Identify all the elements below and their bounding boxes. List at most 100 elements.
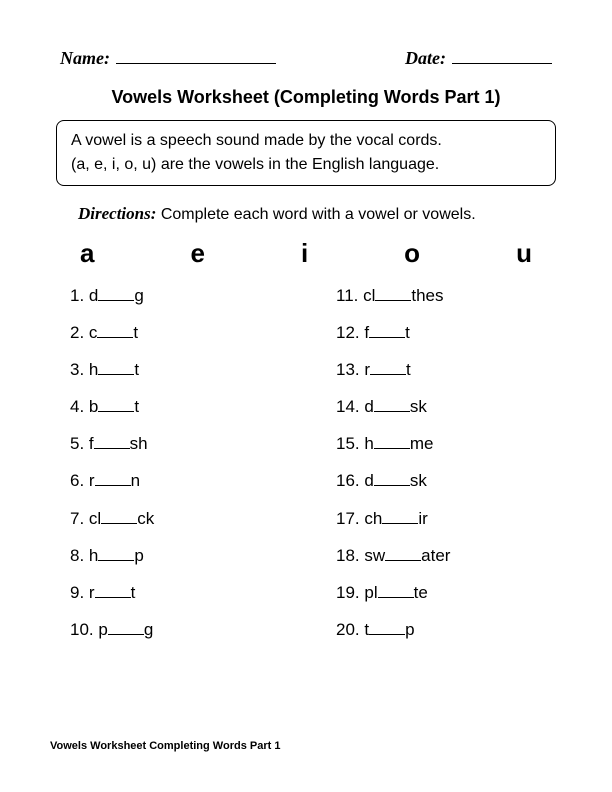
word-item: 6. rn [70,470,296,492]
word-suffix: me [410,434,434,453]
worksheet-title: Vowels Worksheet (Completing Words Part … [50,87,562,108]
item-number: 3. [70,360,89,379]
word-item: 19. pl te [336,582,562,604]
word-suffix: sk [410,397,427,416]
word-prefix: h [89,546,98,565]
word-item: 16. d sk [336,470,562,492]
word-suffix: t [405,323,410,342]
word-item: 11. clthes [336,285,562,307]
word-prefix: d [364,471,373,490]
word-blank[interactable] [378,586,414,598]
word-item: 1. d g [70,285,296,307]
info-line-1: A vowel is a speech sound made by the vo… [71,129,541,153]
word-blank[interactable] [98,363,134,375]
item-number: 17. [336,509,364,528]
item-number: 5. [70,434,89,453]
word-prefix: d [364,397,373,416]
word-prefix: d [89,286,98,305]
directions-text: Complete each word with a vowel or vowel… [161,206,476,223]
vowel-i: i [301,238,308,269]
word-columns: 1. dg2. ct3. ht4. bt5. fsh6. rn7. clck8.… [70,285,562,656]
word-blank[interactable] [98,400,134,412]
word-item: 18. sw ater [336,545,562,567]
footer-text: Vowels Worksheet Completing Words Part 1 [50,740,280,752]
name-field: Name: [60,48,276,69]
word-suffix: te [414,583,428,602]
item-number: 12. [336,323,364,342]
word-blank[interactable] [385,549,421,561]
word-suffix: g [134,286,143,305]
word-blank[interactable] [95,586,131,598]
name-label: Name: [60,48,110,69]
date-field: Date: [405,48,552,69]
word-prefix: p [98,620,107,639]
vowel-e: e [190,238,204,269]
word-item: 20. tp [336,619,562,641]
vowel-a: a [80,238,94,269]
word-suffix: t [133,323,138,342]
name-input-line[interactable] [116,48,276,64]
word-item: 7. clck [70,508,296,530]
word-blank[interactable] [95,474,131,486]
word-blank[interactable] [374,474,410,486]
word-prefix: h [364,434,373,453]
date-input-line[interactable] [452,48,552,64]
item-number: 19. [336,583,364,602]
word-prefix: sw [364,546,385,565]
word-suffix: ater [421,546,450,565]
word-item: 5. fsh [70,433,296,455]
word-item: 8. hp [70,545,296,567]
column-left: 1. dg2. ct3. ht4. bt5. fsh6. rn7. clck8.… [70,285,296,656]
word-blank[interactable] [382,512,418,524]
word-blank[interactable] [97,326,133,338]
word-item: 2. c t [70,322,296,344]
item-number: 16. [336,471,364,490]
header-row: Name: Date: [60,48,552,69]
item-number: 13. [336,360,364,379]
item-number: 1. [70,286,89,305]
item-number: 14. [336,397,364,416]
word-prefix: c [89,323,98,342]
item-number: 6. [70,471,89,490]
word-item: 14. d sk [336,396,562,418]
word-item: 4. bt [70,396,296,418]
word-prefix: pl [364,583,377,602]
word-item: 13. rt [336,359,562,381]
word-blank[interactable] [369,623,405,635]
word-item: 15. h me [336,433,562,455]
word-prefix: b [89,397,98,416]
info-line-2: (a, e, i, o, u) are the vowels in the En… [71,153,541,177]
word-blank[interactable] [374,400,410,412]
word-item: 10. pg [70,619,296,641]
vowel-o: o [404,238,420,269]
item-number: 4. [70,397,89,416]
word-blank[interactable] [101,512,137,524]
word-suffix: t [131,583,136,602]
word-prefix: h [89,360,98,379]
item-number: 20. [336,620,364,639]
word-blank[interactable] [375,289,411,301]
word-blank[interactable] [374,437,410,449]
vowel-row: a e i o u [80,238,532,269]
word-suffix: sk [410,471,427,490]
word-blank[interactable] [94,437,130,449]
item-number: 11. [336,286,363,305]
word-blank[interactable] [98,549,134,561]
word-suffix: t [406,360,411,379]
item-number: 18. [336,546,364,565]
info-box: A vowel is a speech sound made by the vo… [56,120,556,186]
directions: Directions: Complete each word with a vo… [78,204,562,224]
word-suffix: t [134,360,139,379]
word-blank[interactable] [108,623,144,635]
word-suffix: thes [411,286,443,305]
word-suffix: ck [137,509,154,528]
item-number: 15. [336,434,364,453]
word-blank[interactable] [370,363,406,375]
item-number: 2. [70,323,89,342]
word-prefix: ch [364,509,382,528]
word-suffix: p [405,620,414,639]
column-right: 11. clthes12. ft13. rt14. dsk15. hme16. … [336,285,562,656]
word-blank[interactable] [98,289,134,301]
item-number: 9. [70,583,89,602]
word-blank[interactable] [369,326,405,338]
